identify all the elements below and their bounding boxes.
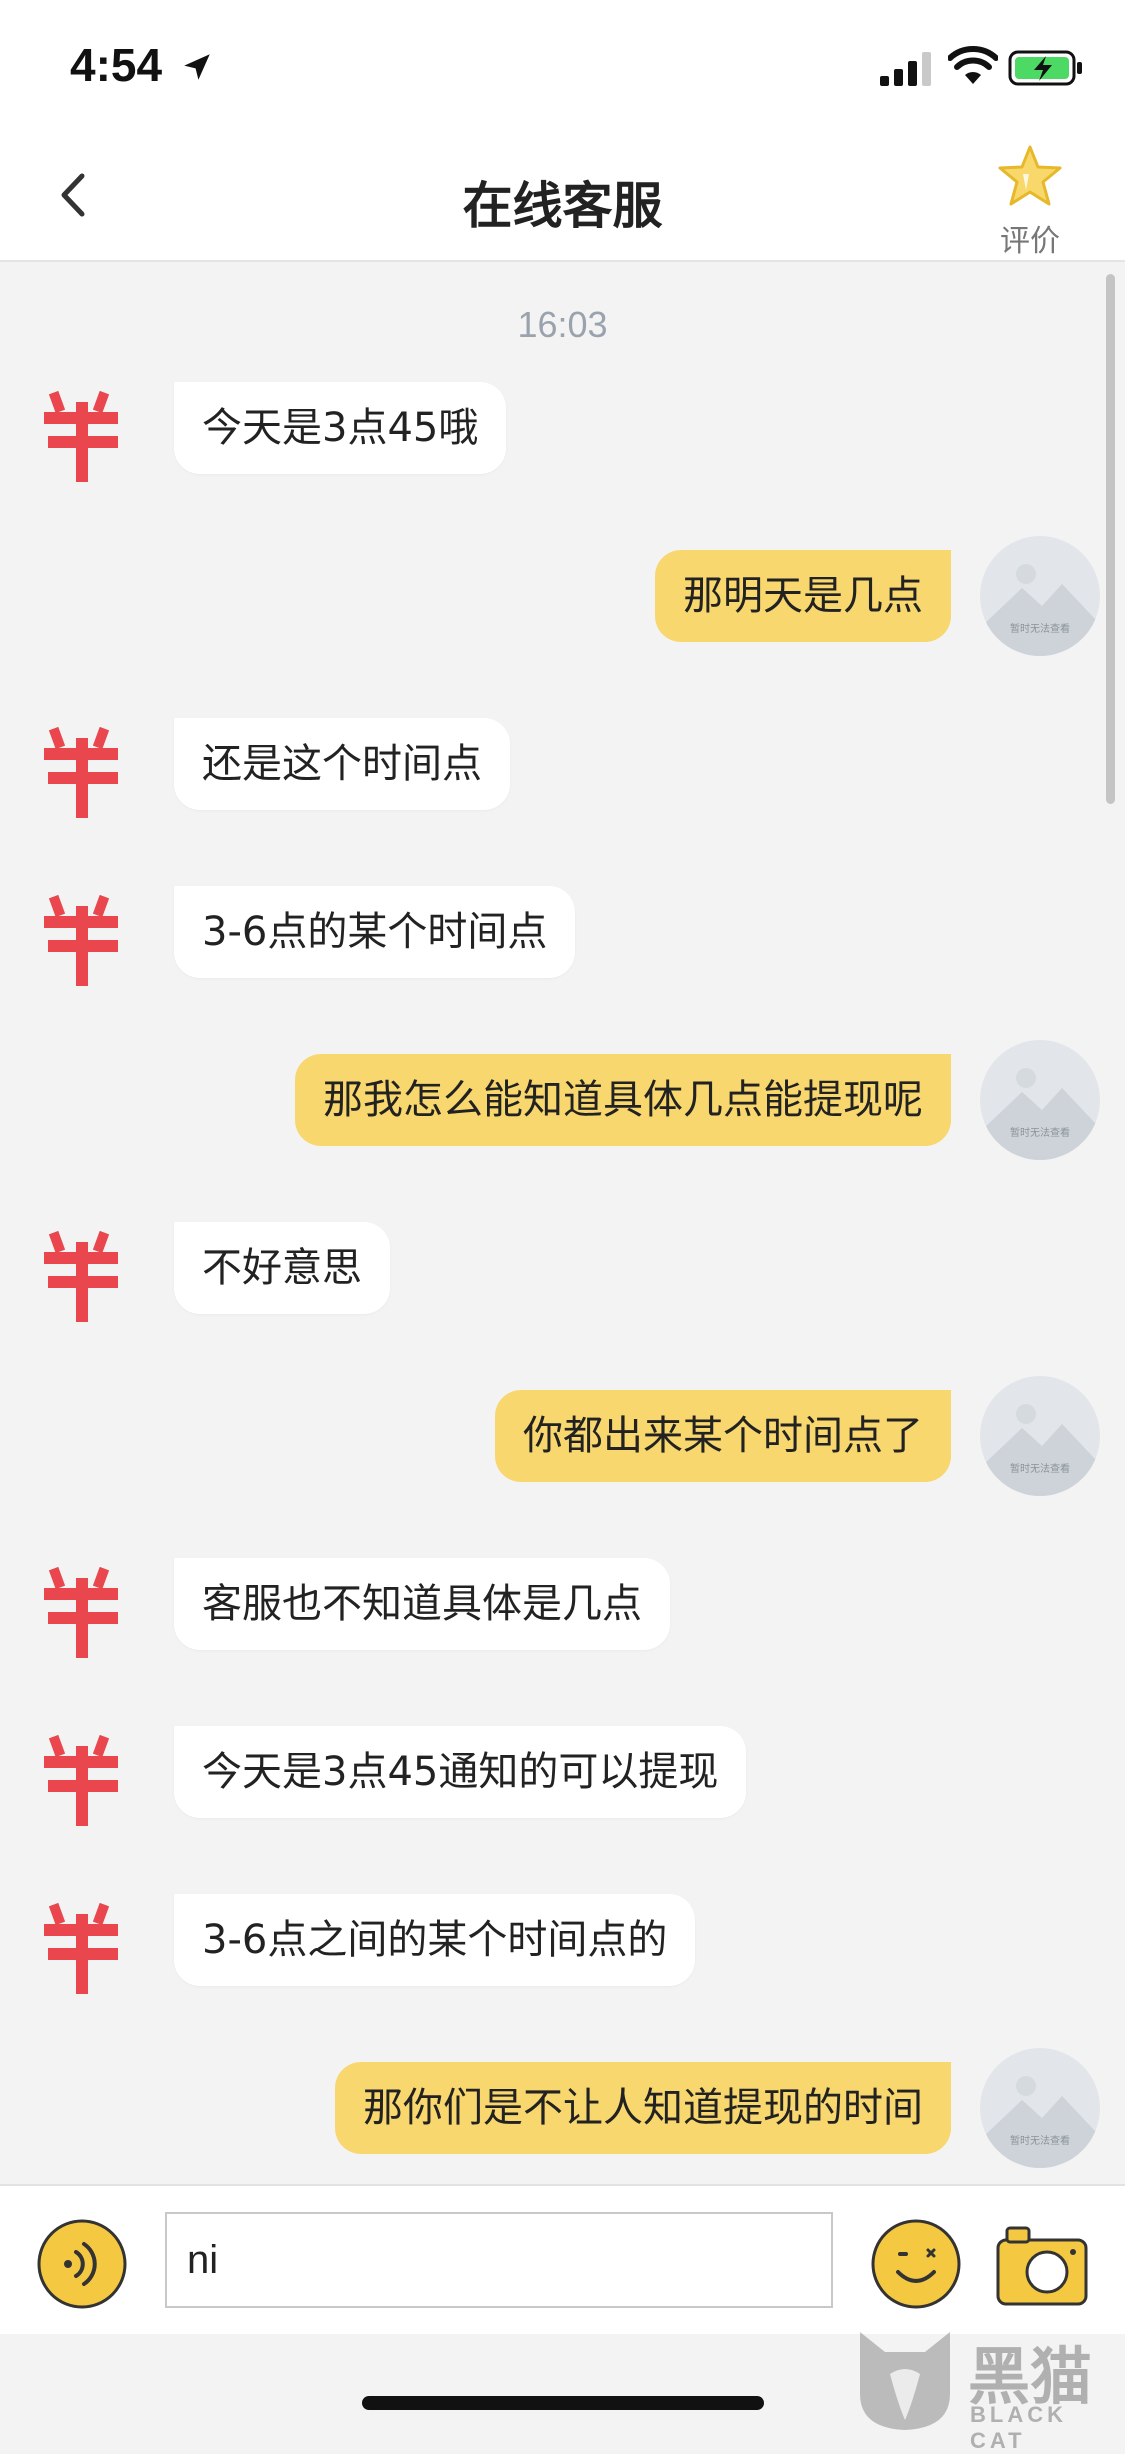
- voice-button[interactable]: [36, 2218, 128, 2310]
- user-message: 你都出来某个时间点了暂时无法查看: [0, 1376, 1125, 1496]
- agent-avatar-icon[interactable]: [38, 1224, 128, 1324]
- message-input[interactable]: [165, 2212, 833, 2308]
- user-message: 那你们是不让人知道提现的时间暂时无法查看: [0, 2048, 1125, 2168]
- chat-area[interactable]: 16:03 今天是3点45哦 那明天是几点 暂时无法查看 还是这个时间点 3-6点的某个…: [0, 264, 1125, 2184]
- agent-message: 还是这个时间点: [0, 710, 1125, 820]
- agent-message: 今天是3点45通知的可以提现: [0, 1718, 1125, 1828]
- message-bubble[interactable]: 3-6点的某个时间点: [174, 886, 576, 978]
- watermark: 黑猫 BLACK CAT: [850, 2320, 1125, 2453]
- camera-button[interactable]: [995, 2222, 1089, 2308]
- avatar-caption: 暂时无法查看: [1010, 2136, 1070, 2147]
- message-bubble[interactable]: 客服也不知道具体是几点: [174, 1558, 670, 1650]
- image-placeholder-icon: [984, 2076, 1096, 2168]
- message-bubble[interactable]: 那我怎么能知道具体几点能提现呢: [295, 1054, 951, 1146]
- message-bubble[interactable]: 不好意思: [174, 1222, 390, 1314]
- image-placeholder-icon: [984, 1068, 1096, 1160]
- home-indicator[interactable]: [362, 2396, 764, 2410]
- agent-avatar-icon[interactable]: [38, 888, 128, 988]
- user-message: 那我怎么能知道具体几点能提现呢暂时无法查看: [0, 1040, 1125, 1160]
- chat-timestamp: 16:03: [517, 304, 608, 345]
- agent-message: 3-6点之间的某个时间点的: [0, 1886, 1125, 1996]
- agent-avatar-icon[interactable]: [38, 384, 128, 484]
- user-avatar[interactable]: 暂时无法查看: [980, 1040, 1100, 1160]
- cellular-signal-icon: [880, 52, 931, 86]
- message-bubble[interactable]: 你都出来某个时间点了: [495, 1390, 951, 1482]
- agent-avatar-icon[interactable]: [38, 1896, 128, 1996]
- user-message: 那明天是几点暂时无法查看: [0, 536, 1125, 656]
- agent-avatar-icon[interactable]: [38, 1728, 128, 1828]
- image-placeholder-icon: [984, 1404, 1096, 1496]
- user-avatar[interactable]: 暂时无法查看: [980, 1376, 1100, 1496]
- avatar-caption: 暂时无法查看: [1010, 1128, 1070, 1139]
- agent-message: 3-6点的某个时间点: [0, 878, 1125, 988]
- nav-bar: 在线客服 评价: [0, 130, 1125, 262]
- location-arrow-icon: [184, 54, 210, 80]
- user-avatar[interactable]: 暂时无法查看: [980, 536, 1100, 656]
- image-placeholder-icon: [984, 564, 1096, 656]
- user-avatar[interactable]: 暂时无法查看: [980, 2048, 1100, 2168]
- message-bubble[interactable]: 今天是3点45哦: [174, 382, 507, 474]
- agent-message: 今天是3点45哦: [0, 374, 1125, 484]
- input-bar: [0, 2184, 1125, 2334]
- agent-avatar-icon[interactable]: [38, 720, 128, 820]
- emoji-button[interactable]: [870, 2218, 962, 2310]
- message-bubble[interactable]: 那明天是几点: [655, 550, 951, 642]
- rate-button[interactable]: 评价: [990, 144, 1070, 260]
- message-bubble[interactable]: 那你们是不让人知道提现的时间: [335, 2062, 951, 2154]
- rate-label: 评价: [1000, 224, 1060, 259]
- message-bubble[interactable]: 还是这个时间点: [174, 718, 510, 810]
- watermark-subtext: BLACK CAT: [970, 2402, 1067, 2453]
- status-time: 4:54: [70, 39, 163, 91]
- agent-message: 客服也不知道具体是几点: [0, 1550, 1125, 1660]
- wifi-icon: [948, 46, 998, 84]
- message-bubble[interactable]: 今天是3点45通知的可以提现: [174, 1726, 747, 1818]
- page-title: 在线客服: [462, 178, 663, 234]
- agent-message: 不好意思: [0, 1214, 1125, 1324]
- star-icon: [998, 145, 1062, 206]
- agent-avatar-icon[interactable]: [38, 1560, 128, 1660]
- avatar-caption: 暂时无法查看: [1010, 1464, 1070, 1475]
- avatar-caption: 暂时无法查看: [1010, 624, 1070, 635]
- status-bar: 4:54: [0, 0, 1125, 130]
- message-bubble[interactable]: 3-6点之间的某个时间点的: [174, 1894, 696, 1986]
- battery-charging-icon: [1008, 50, 1082, 86]
- cat-logo-icon: [860, 2332, 950, 2430]
